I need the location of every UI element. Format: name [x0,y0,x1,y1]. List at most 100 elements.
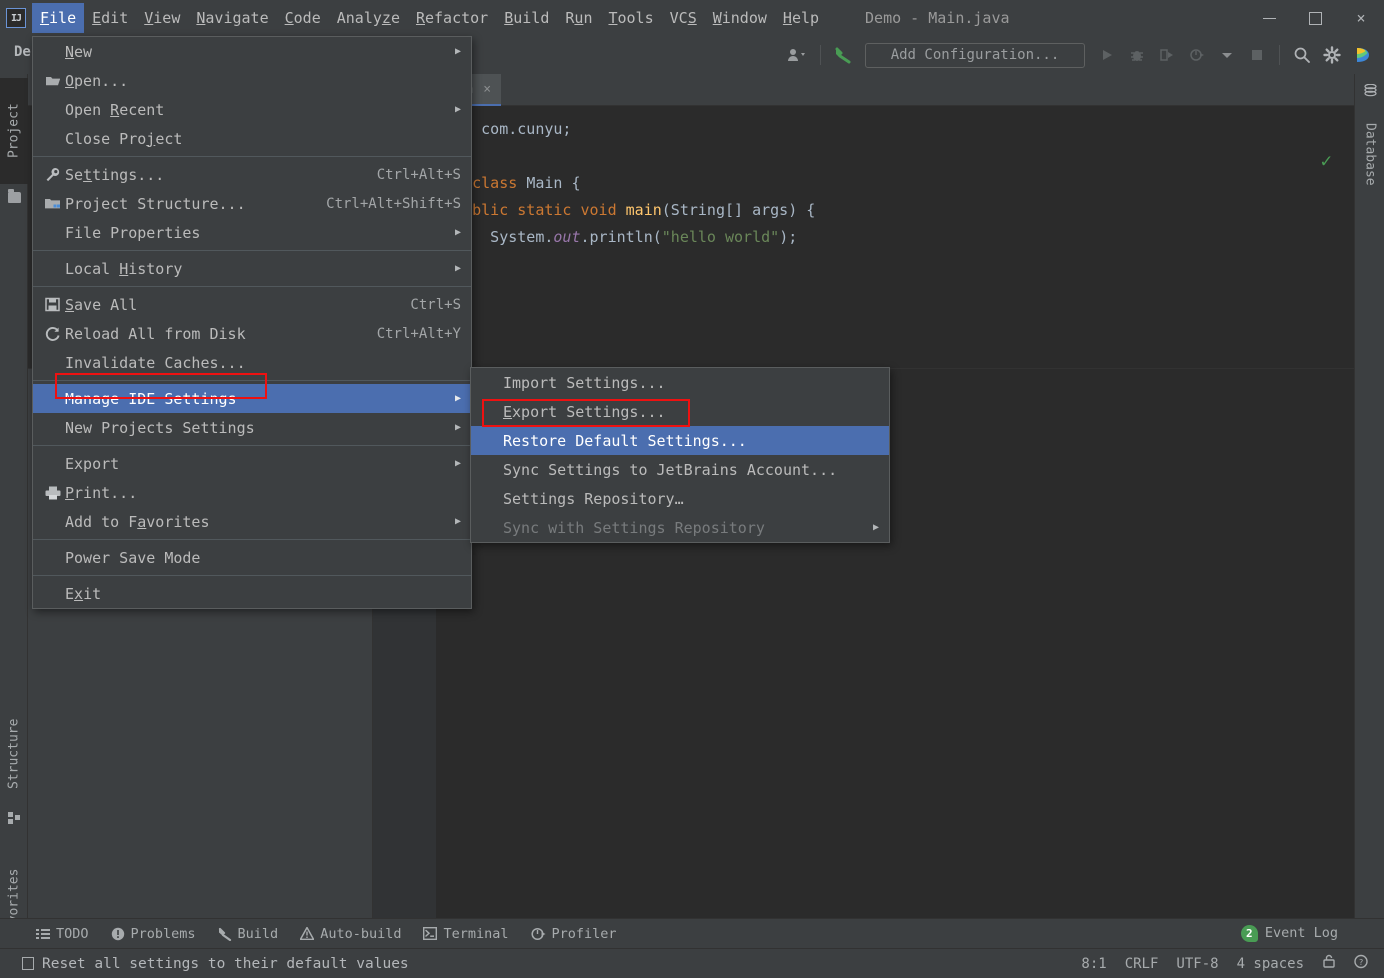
close-icon[interactable]: × [483,82,491,97]
menu-item-label: Invalidate Caches... [65,354,246,372]
close-button[interactable]: × [1338,0,1384,36]
file-menu-item-settings[interactable]: Settings... Ctrl+Alt+S [33,160,471,189]
menubar-item-vcs[interactable]: VCS [662,3,705,33]
file-menu-item-open-recent[interactable]: Open Recent▶ [33,95,471,124]
code-line: public static void main(String[] args) { [436,197,815,224]
settings-submenu-item-sync-settings-to-jetbrains-account[interactable]: Sync Settings to JetBrains Account... [471,455,889,484]
menu-item-label: Settings... [65,166,164,184]
terminal-icon [423,927,437,940]
chevron-down-icon[interactable] [1213,41,1241,69]
minimize-button[interactable] [1246,0,1292,36]
line-separator[interactable]: CRLF [1125,956,1159,972]
settings-submenu-item-restore-default-settings[interactable]: Restore Default Settings... [471,426,889,455]
menubar-item-run[interactable]: Run [557,3,600,33]
menubar-item-analyze[interactable]: Analyze [329,3,408,33]
menu-item-shortcut: Ctrl+Alt+S [349,167,461,183]
tool-window-button-problems[interactable]: Problems [111,926,196,942]
profile-icon[interactable] [1183,41,1211,69]
menubar-item-file[interactable]: File [32,3,84,33]
tool-window-button-profiler[interactable]: Profiler [531,926,617,942]
file-menu-item-add-to-favorites[interactable]: Add to Favorites▶ [33,507,471,536]
sidebar-item-structure[interactable]: Structure [0,704,28,804]
menu-item-label: Sync Settings to JetBrains Account... [503,461,837,479]
file-menu-item-new-projects-settings[interactable]: New Projects Settings▶ [33,413,471,442]
build-hammer-icon[interactable] [829,41,857,69]
file-menu-item-save-all[interactable]: Save AllCtrl+S [33,290,471,319]
run-configuration-selector[interactable]: Add Configuration... [865,43,1085,68]
toolbar-separator-2 [1279,45,1280,65]
menubar-item-refactor[interactable]: Refactor [408,3,496,33]
file-menu-item-new[interactable]: New▶ [33,37,471,66]
tool-window-button-build[interactable]: Build [218,926,279,942]
breadcrumb[interactable]: De [14,44,31,60]
sidebar-item-database[interactable]: Database [1355,108,1384,200]
menubar-item-navigate[interactable]: Navigate [188,3,276,33]
menu-item-label: Export Settings... [503,403,666,421]
menu-item-label: Project Structure... [65,195,246,213]
menubar-item-label: Edit [92,9,128,27]
menubar-item-tools[interactable]: Tools [600,3,661,33]
maximize-icon [1309,12,1322,25]
save-icon [45,297,65,312]
settings-submenu-item-export-settings[interactable]: Export Settings... [471,397,889,426]
file-menu-item-manage-ide-settings[interactable]: Manage IDE Settings▶ [33,384,471,413]
settings-gear-icon[interactable] [1318,41,1346,69]
settings-submenu-item-import-settings[interactable]: Import Settings... [471,368,889,397]
event-log-label: Event Log [1265,925,1338,941]
file-menu-item-project-structure[interactable]: Project Structure...Ctrl+Alt+Shift+S [33,189,471,218]
settings-submenu-item-sync-with-settings-repository[interactable]: Sync with Settings Repository▶ [471,513,889,542]
event-log-button[interactable]: 2 Event Log [1241,918,1338,948]
file-menu-item-reload-all-from-disk[interactable]: Reload All from DiskCtrl+Alt+Y [33,319,471,348]
menu-separator [33,539,471,540]
sidebar-item-project[interactable]: Project [0,78,28,184]
file-menu-item-exit[interactable]: Exit [33,579,471,608]
menu-item-label: Close Project [65,130,182,148]
tool-window-button-todo[interactable]: TODO [36,926,89,942]
menu-item-label: Power Save Mode [65,549,200,567]
menubar-item-window[interactable]: Window [705,3,775,33]
file-menu-item-file-properties[interactable]: File Properties▶ [33,218,471,247]
indent-setting[interactable]: 4 spaces [1237,956,1304,972]
tool-window-button-auto-build[interactable]: Auto-build [300,926,401,942]
search-everywhere-icon[interactable] [1288,41,1316,69]
project-structure-icon [45,197,65,211]
tool-window-label: Build [238,926,279,942]
inspection-ok-icon[interactable]: ✓ [1321,150,1332,172]
run-with-coverage-icon[interactable] [1153,41,1181,69]
debug-icon[interactable] [1123,41,1151,69]
manage-ide-settings-submenu[interactable]: Import Settings... Export Settings... Rest… [470,367,890,543]
inspection-face-icon[interactable]: ? [1354,954,1370,973]
ide-help-icon[interactable] [1348,41,1376,69]
submenu-arrow-icon: ▶ [431,264,461,274]
file-menu-item-print[interactable]: Print... [33,478,471,507]
tool-window-label: Problems [131,926,196,942]
menubar-item-view[interactable]: View [136,3,188,33]
menu-item-label: Sync with Settings Repository [503,519,765,537]
code-token: (String[] args) { [662,201,816,219]
file-menu-item-local-history[interactable]: Local History▶ [33,254,471,283]
file-menu-item-invalidate-caches[interactable]: Invalidate Caches... [33,348,471,377]
user-dropdown-icon[interactable] [784,41,812,69]
file-menu-item-power-save-mode[interactable]: Power Save Mode [33,543,471,572]
menubar-item-help[interactable]: Help [775,3,827,33]
menubar-item-edit[interactable]: Edit [84,3,136,33]
menu-item-shortcut: Ctrl+S [382,297,461,313]
maximize-button[interactable] [1292,0,1338,36]
menubar-item-code[interactable]: Code [277,3,329,33]
file-menu-item-open[interactable]: Open... [33,66,471,95]
stop-icon[interactable] [1243,41,1271,69]
file-menu-item-export[interactable]: Export▶ [33,449,471,478]
sidebar-item-label: Database [1363,123,1378,186]
file-menu-item-close-project[interactable]: Close Project [33,124,471,153]
caret-position[interactable]: 8:1 [1081,956,1106,972]
menu-item-label: Import Settings... [503,374,666,392]
file-menu-dropdown[interactable]: New▶Open...Open Recent▶ Close Project Sett… [32,36,472,609]
menu-separator [33,575,471,576]
file-encoding[interactable]: UTF-8 [1176,956,1218,972]
tool-window-button-terminal[interactable]: Terminal [423,926,508,942]
lock-icon[interactable] [1322,954,1336,973]
structure-icon [8,812,20,824]
menubar-item-build[interactable]: Build [496,3,557,33]
run-icon[interactable] [1093,41,1121,69]
settings-submenu-item-settings-repository[interactable]: Settings Repository… [471,484,889,513]
